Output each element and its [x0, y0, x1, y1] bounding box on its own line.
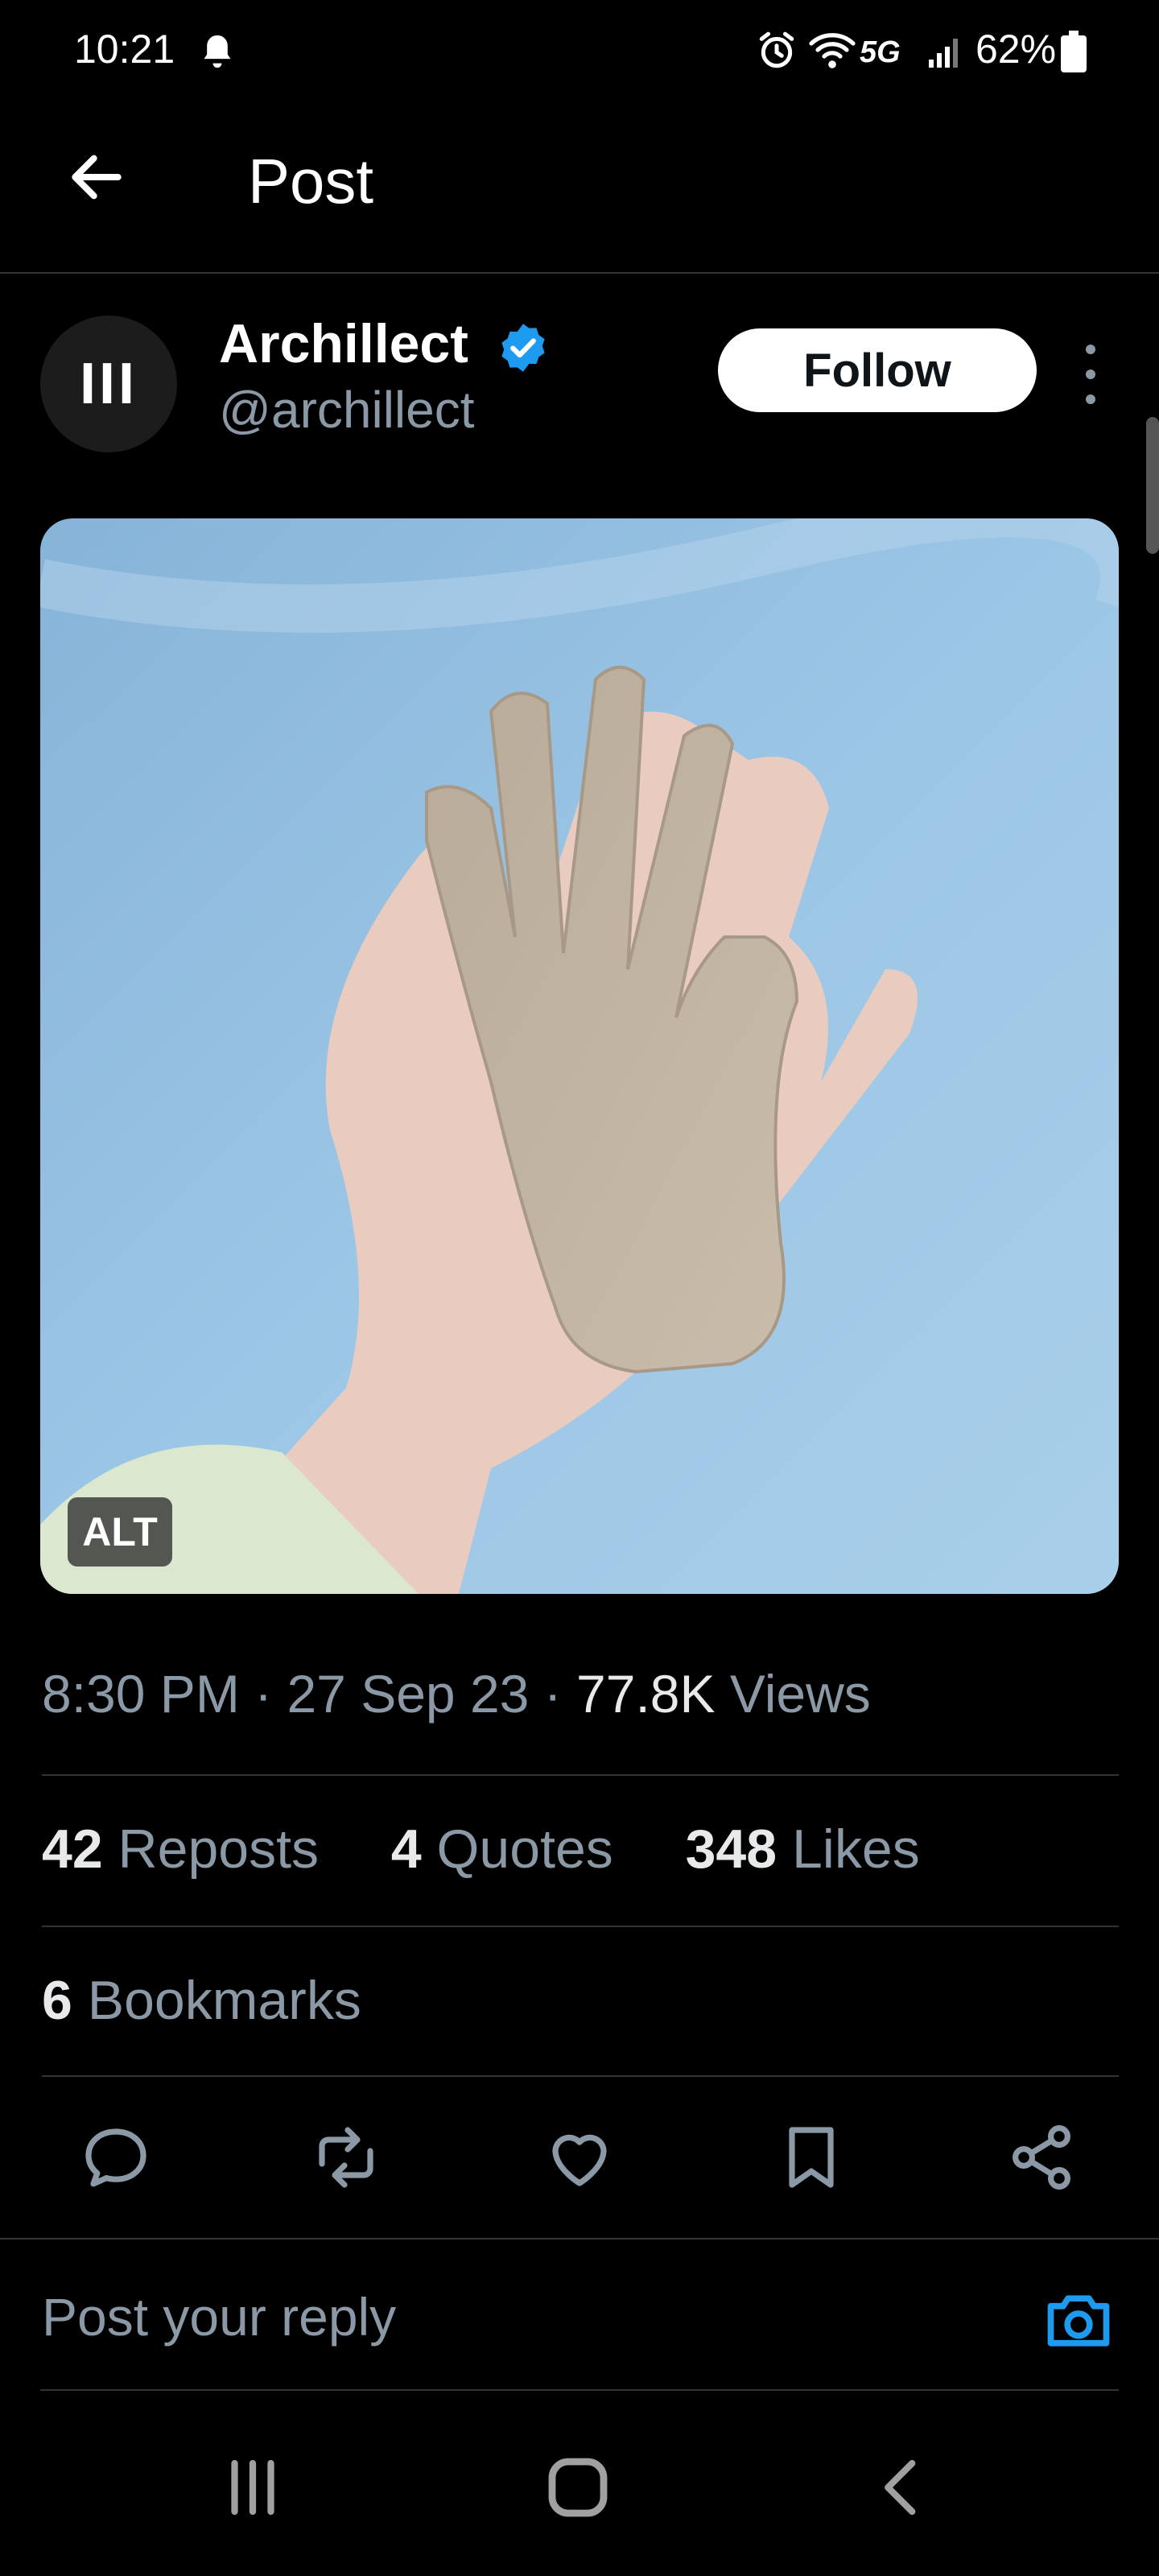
bookmarks-stat[interactable]: 6 Bookmarks — [42, 1969, 361, 2032]
post-date: 27 Sep 23 — [287, 1664, 530, 1724]
reposts-stat[interactable]: 42 Reposts — [42, 1818, 319, 1880]
like-icon[interactable] — [539, 2117, 620, 2198]
post-time: 8:30 PM — [42, 1664, 240, 1724]
back-button[interactable] — [56, 137, 137, 217]
scrollbar-thumb[interactable] — [1146, 417, 1159, 554]
post-media-image[interactable]: ALT — [40, 518, 1119, 1594]
share-icon[interactable] — [1001, 2117, 1082, 2198]
avatar-text: III — [79, 352, 138, 416]
likes-stat[interactable]: 348 Likes — [686, 1818, 920, 1880]
post-action-bar — [0, 2085, 1159, 2230]
divider — [42, 1926, 1119, 1927]
avatar[interactable]: III — [40, 316, 177, 452]
system-nav-bar — [0, 2391, 1159, 2576]
meta-separator: · — [239, 1664, 287, 1724]
bookmark-icon[interactable] — [771, 2117, 852, 2198]
notification-bell-icon — [200, 32, 235, 71]
alarm-icon — [757, 31, 797, 71]
reply-composer — [0, 2238, 1159, 2391]
camera-icon[interactable] — [1038, 2280, 1119, 2360]
meta-separator: · — [529, 1664, 577, 1724]
reply-icon[interactable] — [76, 2117, 156, 2198]
author-name[interactable]: Archillect — [219, 312, 468, 375]
signal-icon — [926, 31, 966, 71]
views-count[interactable]: 77.8K — [576, 1664, 715, 1724]
recent-apps-icon[interactable] — [196, 2431, 309, 2544]
quotes-stat[interactable]: 4 Quotes — [391, 1818, 613, 1880]
hand-photo-illustration — [40, 518, 1119, 1594]
battery-icon — [1059, 31, 1088, 74]
status-time: 10:21 — [74, 27, 175, 72]
battery-percent: 62% — [975, 27, 1057, 72]
status-bar: 10:21 5G 62% — [0, 0, 1159, 105]
verified-badge-icon — [496, 320, 551, 375]
back-arrow-icon — [72, 155, 122, 200]
back-nav-icon[interactable] — [847, 2431, 959, 2544]
post-meta: 8:30 PM · 27 Sep 23 · 77.8K Views — [42, 1663, 871, 1724]
views-label[interactable]: Views — [716, 1664, 871, 1724]
alt-text-badge[interactable]: ALT — [68, 1497, 172, 1567]
more-options-icon[interactable] — [1070, 338, 1111, 411]
engagement-stats: 42 Reposts 4 Quotes 348 Likes — [42, 1818, 920, 1880]
home-icon[interactable] — [522, 2431, 634, 2544]
page-title: Post — [248, 146, 374, 217]
top-app-bar: Post — [0, 105, 1159, 274]
divider — [42, 2075, 1119, 2077]
divider — [42, 1774, 1119, 1776]
reply-input[interactable] — [42, 2278, 967, 2355]
wifi-icon — [808, 29, 856, 71]
author-handle[interactable]: @archillect — [219, 380, 475, 440]
follow-button[interactable]: Follow — [718, 328, 1037, 412]
network-type: 5G — [860, 35, 901, 69]
repost-icon[interactable] — [306, 2117, 386, 2198]
